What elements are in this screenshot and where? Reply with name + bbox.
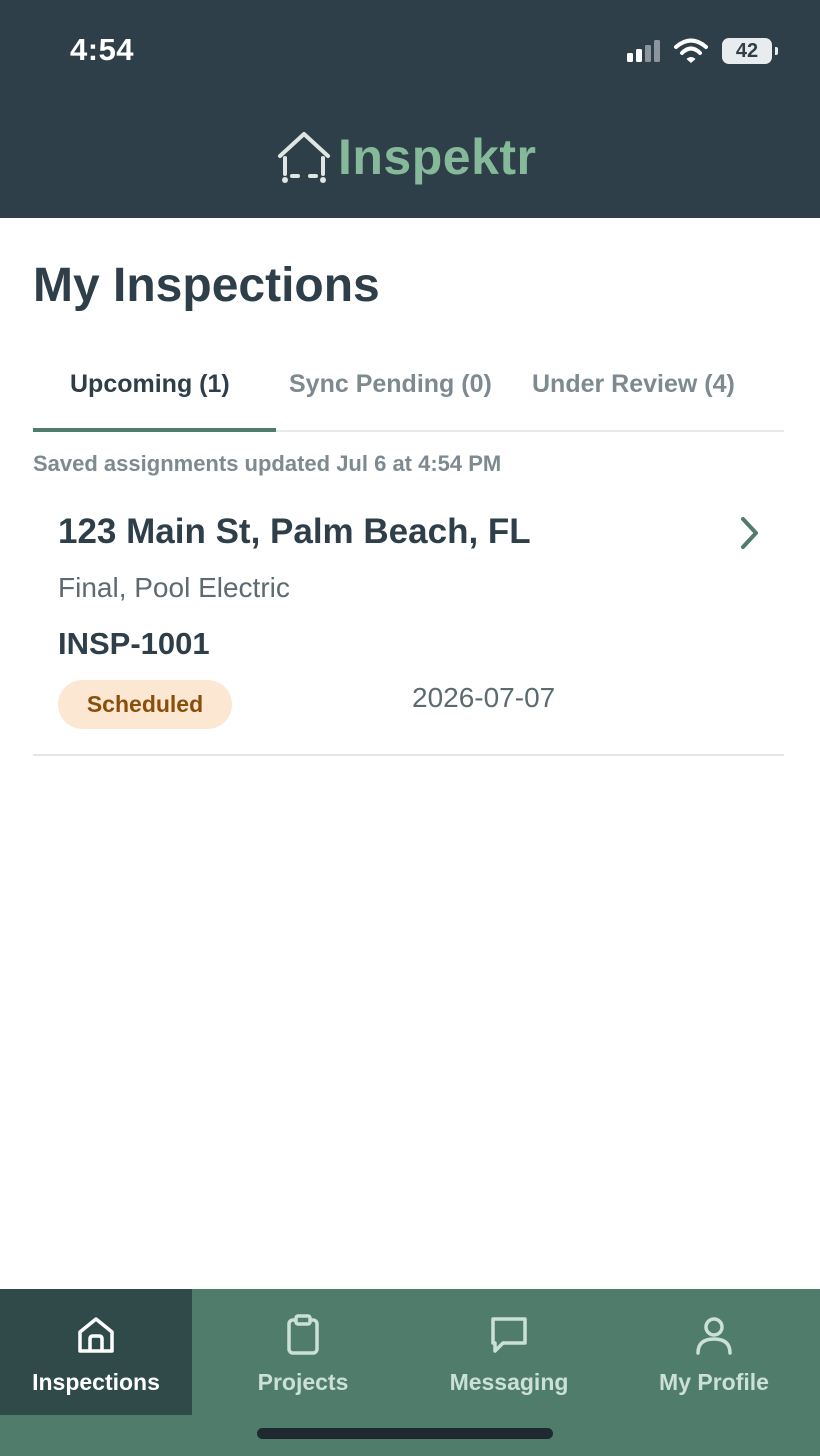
house-icon [278,132,330,183]
inspection-tabs: Upcoming (1) Sync Pending (0) Under Revi… [33,360,784,432]
page-title: My Inspections [33,259,380,312]
inspection-type: Final, Pool Electric [58,572,290,603]
nav-my-profile[interactable]: My Profile [634,1289,794,1415]
app-header: 4:54 42 Inspektr [0,0,820,218]
person-icon [696,1317,732,1355]
status-time: 4:54 [70,32,135,67]
inspection-address: 123 Main St, Palm Beach, FL [58,512,531,551]
app-logo: Inspektr [274,126,537,188]
nav-messaging-label: Messaging [449,1369,569,1395]
chat-bubble-icon [491,1317,527,1353]
inspection-card[interactable]: 123 Main St, Palm Beach, FL Final, Pool … [33,500,784,756]
battery-icon: 42 [722,38,778,64]
wifi-icon [674,38,708,63]
status-icons: 42 [627,36,778,66]
nav-inspections-label: Inspections [32,1369,160,1395]
nav-projects-label: Projects [257,1369,349,1395]
nav-messaging[interactable]: Messaging [429,1289,589,1415]
chevron-right-icon[interactable] [735,514,763,552]
signal-icon [627,40,660,62]
inspection-id: INSP-1001 [58,626,210,661]
battery-level: 42 [735,39,759,62]
saved-assignments-note: Saved assignments updated Jul 6 at 4:54 … [33,451,502,476]
nav-my-profile-label: My Profile [659,1369,769,1395]
tab-upcoming[interactable]: Upcoming (1) [70,370,230,399]
nav-inspections[interactable]: Inspections [0,1289,192,1415]
tab-sync-pending[interactable]: Sync Pending (0) [289,370,492,399]
inspection-date: 2026-07-07 [412,682,556,713]
active-tab-indicator [33,428,276,432]
status-badge: Scheduled [58,680,232,729]
screen: 4:54 42 Inspektr My Inspections Upcoming… [0,0,820,1456]
tab-under-review[interactable]: Under Review (4) [532,370,735,399]
home-icon [78,1317,114,1353]
logo-text: Inspektr [338,129,537,185]
nav-projects[interactable]: Projects [222,1289,384,1415]
clipboard-icon [287,1314,319,1355]
home-indicator[interactable] [257,1428,553,1439]
